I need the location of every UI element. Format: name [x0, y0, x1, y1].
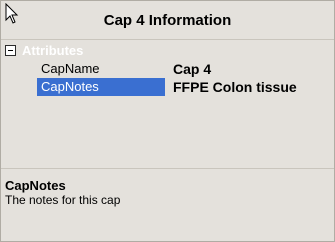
collapse-icon[interactable] [5, 45, 16, 56]
panel-title: Cap 4 Information [103, 12, 232, 29]
property-row-capname[interactable]: CapName Cap 4 [1, 60, 334, 78]
help-description: The notes for this cap [5, 193, 121, 207]
help-title: CapNotes [5, 178, 66, 193]
category-row-attributes[interactable]: Attributes [1, 42, 334, 58]
cap-information-panel: Cap 4 Information Attributes CapName Cap… [0, 0, 335, 242]
title-bar: Cap 4 Information [1, 1, 334, 40]
property-value[interactable]: FFPE Colon tissue [173, 78, 297, 96]
help-pane: CapNotes The notes for this cap [1, 169, 334, 241]
property-name[interactable]: CapName [37, 60, 169, 78]
category-label: Attributes [22, 43, 84, 58]
property-name-selected[interactable]: CapNotes [37, 78, 165, 96]
property-row-capnotes[interactable]: CapNotes FFPE Colon tissue [1, 78, 334, 96]
property-value[interactable]: Cap 4 [173, 60, 211, 78]
property-grid[interactable]: Attributes CapName Cap 4 CapNotes FFPE C… [1, 40, 334, 168]
